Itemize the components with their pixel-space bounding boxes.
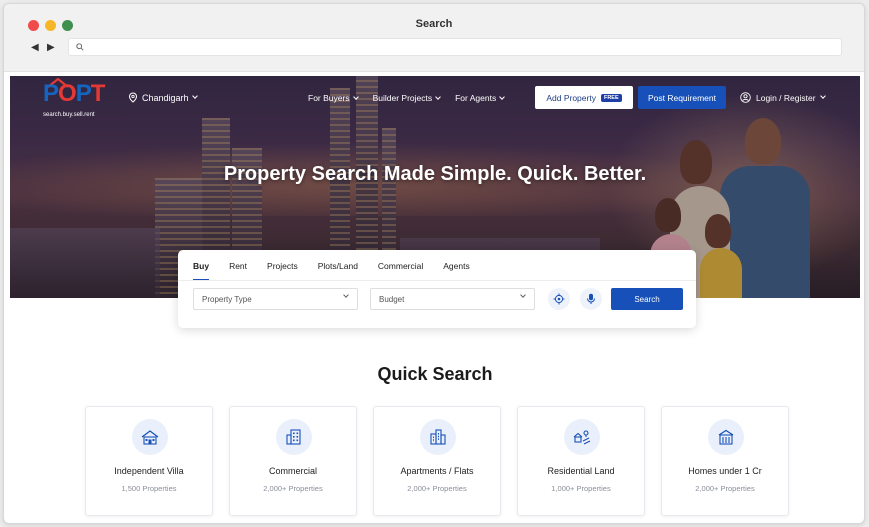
address-bar[interactable] (68, 38, 842, 56)
web-page: POPT search.buy.sell.rent Chandigarh For… (10, 76, 860, 523)
chevron-down-icon (343, 292, 349, 298)
home-budget-icon (718, 429, 734, 445)
location-pin-icon (128, 92, 138, 103)
tab-plots-land[interactable]: Plots/Land (318, 261, 358, 281)
commercial-building-icon (286, 429, 301, 445)
card-icon-circle (276, 419, 312, 455)
chevron-down-icon (352, 93, 359, 100)
property-search-panel: Buy Rent Projects Plots/Land Commercial … (178, 250, 696, 328)
window-title: Search (415, 18, 453, 30)
browser-chrome: Search ◀ ▶ (4, 4, 864, 72)
card-title: Independent Villa (114, 466, 184, 476)
quick-search-card-residential-land[interactable]: Residential Land 1,000+ Properties (517, 406, 645, 516)
free-badge: FREE (600, 93, 622, 102)
search-tabs: Buy Rent Projects Plots/Land Commercial … (193, 261, 490, 281)
card-count: 2,000+ Properties (263, 484, 323, 493)
card-count: 1,000+ Properties (551, 484, 611, 493)
microphone-icon (587, 293, 595, 304)
land-icon (573, 430, 591, 445)
nav-for-buyers[interactable]: For Buyers (308, 93, 359, 103)
hero-headline: Property Search Made Simple. Quick. Bett… (223, 163, 647, 185)
card-title: Apartments / Flats (400, 466, 474, 476)
logo-tagline: search.buy.sell.rent (43, 112, 95, 118)
quick-search-card-independent-villa[interactable]: Independent Villa 1,500 Properties (85, 406, 213, 516)
card-title: Commercial (268, 466, 317, 476)
chevron-down-icon (499, 93, 506, 100)
chevron-down-icon (435, 93, 441, 100)
tab-buy[interactable]: Buy (193, 261, 210, 281)
tab-commercial[interactable]: Commercial (378, 261, 423, 281)
card-count: 2,000+ Properties (695, 484, 755, 493)
quick-search-card-homes-under-1-cr[interactable]: Homes under 1 Cr 2,000+ Properties (661, 406, 789, 516)
back-arrow-icon[interactable]: ◀ (31, 42, 39, 53)
chevron-down-icon (819, 93, 826, 99)
chevron-down-icon (520, 292, 526, 298)
voice-search-button[interactable] (580, 288, 602, 310)
search-icon (76, 43, 84, 51)
card-title: Residential Land (547, 466, 615, 476)
villa-icon (141, 430, 159, 445)
property-type-label: Property Type (202, 294, 252, 304)
tab-projects[interactable]: Projects (267, 261, 298, 281)
quick-search-card-commercial[interactable]: Commercial 2,000+ Properties (229, 406, 357, 516)
chevron-down-icon (191, 93, 198, 99)
property-type-select[interactable]: Property Type (193, 288, 358, 310)
card-icon-circle (132, 419, 168, 455)
popt-logo[interactable]: POPT (43, 78, 105, 108)
nav-builder-projects[interactable]: Builder Projects (373, 93, 441, 103)
tab-rent[interactable]: Rent (229, 261, 247, 281)
quick-search-card-apartments[interactable]: Apartments / Flats 2,000+ Properties (373, 406, 501, 516)
budget-label: Budget (379, 294, 405, 304)
tab-agents[interactable]: Agents (443, 261, 469, 281)
forward-arrow-icon[interactable]: ▶ (47, 42, 55, 53)
main-nav: For Buyers Builder Projects For Agents (308, 93, 506, 103)
city-label: Chandigarh (142, 92, 189, 103)
quick-search-cards: Independent Villa 1,500 Properties Comme… (85, 406, 789, 516)
locate-me-button[interactable] (548, 288, 570, 310)
post-requirement-button[interactable]: Post Requirement (638, 86, 726, 109)
card-count: 1,500 Properties (121, 484, 177, 493)
search-button[interactable]: Search (611, 288, 683, 310)
card-count: 2,000+ Properties (407, 484, 467, 493)
card-icon-circle (420, 419, 456, 455)
tabs-divider (178, 280, 696, 281)
card-title: Homes under 1 Cr (688, 466, 762, 476)
card-icon-circle (564, 419, 600, 455)
top-navigation: POPT search.buy.sell.rent Chandigarh For… (10, 76, 860, 122)
logo-wordmark: POPT (43, 80, 105, 107)
login-register-menu[interactable]: Login / Register (740, 92, 826, 103)
nav-for-agents[interactable]: For Agents (455, 93, 506, 103)
crosshair-location-icon (553, 293, 565, 305)
apartment-icon (430, 429, 446, 445)
add-property-label: Add Property (546, 92, 596, 103)
budget-select[interactable]: Budget (370, 288, 535, 310)
browser-window: Search ◀ ▶ POPT search.buy.sell.rent Cha… (3, 3, 865, 524)
card-icon-circle (708, 419, 744, 455)
quick-search-heading: Quick Search (377, 364, 493, 384)
add-property-button[interactable]: Add Property FREE (535, 86, 633, 109)
login-label: Login / Register (756, 92, 816, 103)
city-selector[interactable]: Chandigarh (128, 92, 198, 103)
user-icon (740, 92, 751, 103)
